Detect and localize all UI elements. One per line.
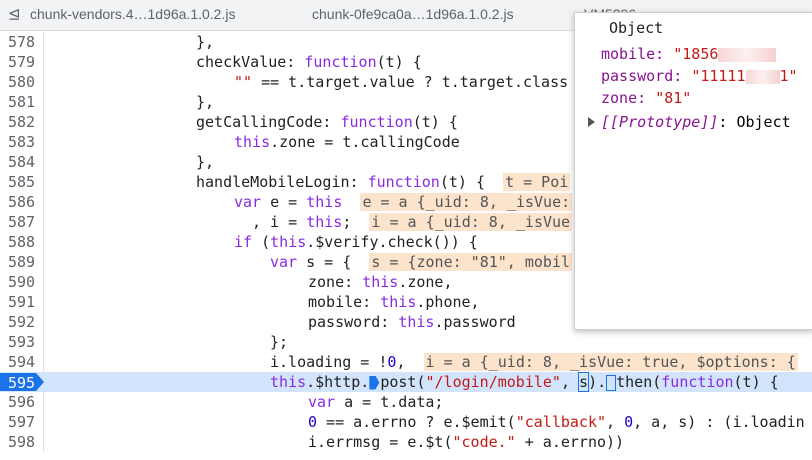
line-number[interactable]: 579 <box>0 52 40 72</box>
code-text: }, <box>196 33 215 51</box>
code-text: 0 == a.errno ? e.$emit("callback", 0, a,… <box>308 413 805 431</box>
code-text: zone: this.zone, <box>308 273 453 291</box>
line-number[interactable]: 592 <box>0 312 40 332</box>
code-text: }; <box>270 333 289 351</box>
property-mobile[interactable]: mobile: "1856 <box>601 45 777 63</box>
line-number[interactable]: 584 <box>0 152 40 172</box>
tab-chunk-0fe9ca0a[interactable]: chunk-0fe9ca0a…1d96a.1.0.2.js <box>312 6 514 22</box>
line-number[interactable]: 596 <box>0 392 40 412</box>
property-zone[interactable]: zone: "81" <box>601 89 691 107</box>
code-text: this.zone = t.callingCode <box>234 133 460 151</box>
line-number[interactable]: 591 <box>0 292 40 312</box>
code-text: i.loading = !0, i = a {_uid: 8, _isVue: … <box>270 353 798 371</box>
code-text: if (this.$verify.check()) { <box>234 233 478 251</box>
line-number[interactable]: 580 <box>0 72 40 92</box>
current-execution-line: 595 this.$http. post("/login/mobile", s). t… <box>0 372 812 392</box>
code-text: , i = this; i = a {_uid: 8, _isVue <box>252 213 573 231</box>
line-number[interactable]: 586 <box>0 192 40 212</box>
inline-breakpoint-outline-icon[interactable] <box>606 374 617 391</box>
code-text: mobile: this.phone, <box>308 293 480 311</box>
code-text: password: this.password <box>308 313 516 331</box>
inline-value: t = Poi <box>503 173 571 191</box>
code-text: var e = this e = a {_uid: 8, _isVue: <box>234 193 573 211</box>
code-text: handleMobileLogin: function(t) { t = Poi <box>196 173 571 191</box>
line-number[interactable]: 585 <box>0 172 40 192</box>
line-number[interactable]: 590 <box>0 272 40 292</box>
line-number[interactable]: 598 <box>0 432 40 452</box>
line-number[interactable]: 594 <box>0 352 40 372</box>
inline-breakpoint-icon[interactable] <box>369 375 380 390</box>
object-preview-popover[interactable]: Object mobile: "1856 password: "11111 1" … <box>574 12 812 330</box>
code-line: 596 var a = t.data; <box>0 392 812 412</box>
line-number[interactable]: 593 <box>0 332 40 352</box>
code-text: var s = { s = {zone: "81", mobil <box>270 253 573 271</box>
line-number[interactable]: 597 <box>0 412 40 432</box>
line-number[interactable]: 581 <box>0 92 40 112</box>
line-number[interactable]: 582 <box>0 112 40 132</box>
code-line: 598 i.errmsg = e.$t("code." + a.errno)) <box>0 432 812 452</box>
inline-value: e = a {_uid: 8, _isVue: <box>360 193 573 211</box>
redaction-blur <box>745 69 780 84</box>
inline-value: i = a {_uid: 8, _isVue: true, $options: … <box>423 353 798 371</box>
code-line: 594 i.loading = !0, i = a {_uid: 8, _isVu… <box>0 352 812 372</box>
code-text: this.$http. post("/login/mobile", s). then… <box>270 372 779 392</box>
line-number[interactable]: 578 <box>0 32 40 52</box>
code-text: getCallingCode: function(t) { <box>196 113 458 131</box>
inline-value: s = {zone: "81", mobil <box>369 253 573 271</box>
expand-triangle-icon[interactable] <box>588 117 595 127</box>
code-text: var a = t.data; <box>308 393 444 411</box>
redaction-blur <box>718 47 777 62</box>
tab-chunk-vendors[interactable]: chunk-vendors.4…1d96a.1.0.2.js <box>30 6 235 22</box>
property-password[interactable]: password: "11111 1" <box>601 67 798 85</box>
code-text: }, <box>196 153 215 171</box>
code-text: "" == t.target.value ? t.target.class <box>234 73 569 91</box>
prototype-row[interactable]: [[Prototype]]: Object <box>588 113 791 131</box>
inline-value: i = a {_uid: 8, _isVue <box>369 213 573 231</box>
line-number[interactable]: 588 <box>0 232 40 252</box>
code-text: }, <box>196 93 215 111</box>
popover-title: Object <box>609 19 664 37</box>
panel-dock-icon[interactable]: ⊴ <box>8 5 21 23</box>
breakpoint-marker[interactable]: 595 <box>0 373 44 391</box>
line-number[interactable]: 583 <box>0 132 40 152</box>
line-number[interactable]: 589 <box>0 252 40 272</box>
code-text: checkValue: function(t) { <box>196 53 422 71</box>
code-text: i.errmsg = e.$t("code." + a.errno)) <box>308 433 625 451</box>
line-number[interactable]: 587 <box>0 212 40 232</box>
code-line: 593}; <box>0 332 812 352</box>
code-line: 597 0 == a.errno ? e.$emit("callback", 0,… <box>0 412 812 432</box>
